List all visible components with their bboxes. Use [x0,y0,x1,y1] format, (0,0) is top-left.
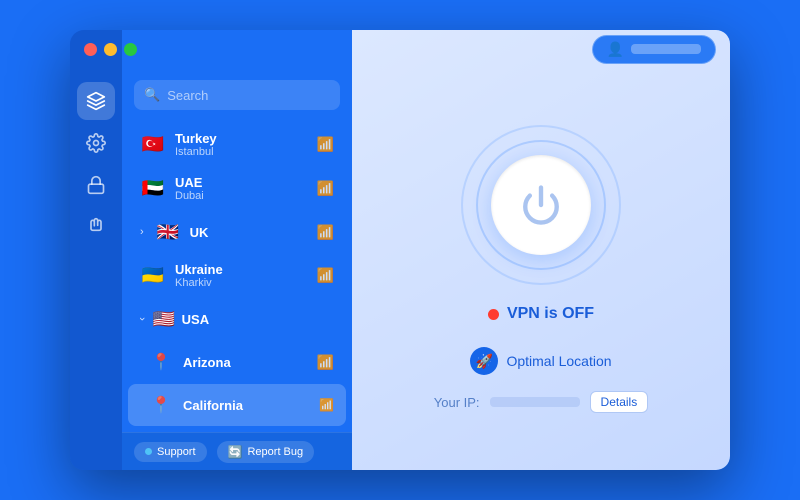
support-dot [145,448,152,455]
server-name-ukraine: Ukraine [175,262,308,277]
server-name-california: California [183,398,310,413]
signal-ukraine: 📶 [317,267,334,284]
signal-uae: 📶 [317,180,334,197]
server-info-california: California [183,398,310,413]
server-city-turkey: Istanbul [175,146,308,158]
vpn-status: VPN is OFF [488,305,594,323]
server-city-ukraine: Kharkiv [175,277,308,289]
server-item-turkey[interactable]: 🇹🇷 Turkey Istanbul 📶 [128,123,346,166]
search-icon: 🔍 [144,87,160,103]
title-bar: 👤 [70,30,730,68]
sidebar [70,30,122,470]
server-name-uk: UK [190,225,308,240]
flag-ukraine: 🇺🇦 [140,263,166,289]
vpn-status-text: VPN is OFF [507,305,594,323]
server-item-uk[interactable]: › 🇬🇧 UK 📶 [128,211,346,253]
support-label: Support [157,446,196,458]
rocket-icon: 🚀 [470,347,498,375]
close-button[interactable] [84,43,97,56]
status-dot [488,309,499,320]
signal-turkey: 📶 [317,136,334,153]
expand-arrow-uk: › [140,226,144,238]
support-button[interactable]: Support [134,442,207,462]
server-list: 🇹🇷 Turkey Istanbul 📶 🇦🇪 UAE Dubai 📶 › [122,118,352,470]
server-info-ukraine: Ukraine Kharkiv [175,262,308,289]
flag-usa: 🇺🇸 [151,306,177,332]
server-name-usa: USA [182,312,334,327]
flag-turkey: 🇹🇷 [140,132,166,158]
location-icon-california: 📍 [148,392,174,418]
sidebar-item-protection[interactable] [77,208,115,246]
server-name-turkey: Turkey [175,131,308,146]
signal-california: 📶 [319,398,334,412]
details-button[interactable]: Details [590,391,649,413]
server-info-arizona: Arizona [183,355,308,370]
expand-arrow-usa: › [136,317,148,321]
user-icon: 👤 [607,41,624,58]
server-item-usa[interactable]: › 🇺🇸 USA [128,298,346,340]
window-controls [84,43,137,56]
server-info-uae: UAE Dubai [175,175,308,202]
server-name-arizona: Arizona [183,355,308,370]
server-city-uae: Dubai [175,190,308,202]
flag-uae: 🇦🇪 [140,176,166,202]
bug-icon: 🔄 [228,445,243,459]
server-info-uk: UK [190,225,308,240]
power-button-wrap [461,125,621,285]
power-button[interactable] [491,155,591,255]
sidebar-item-servers[interactable] [77,82,115,120]
server-item-ukraine[interactable]: 🇺🇦 Ukraine Kharkiv 📶 [128,254,346,297]
server-info-usa: USA [182,312,334,327]
sidebar-item-settings[interactable] [77,124,115,162]
server-item-california[interactable]: 📍 California 📶 [128,384,346,426]
bottom-bar: Support 🔄 Report Bug [122,432,352,470]
report-bug-button[interactable]: 🔄 Report Bug [217,441,315,463]
ip-row: Your IP: Details [434,391,648,413]
ip-label: Your IP: [434,395,480,410]
user-name-masked [631,44,701,54]
maximize-button[interactable] [124,43,137,56]
search-input[interactable] [167,88,330,103]
sidebar-item-security[interactable] [77,166,115,204]
user-badge[interactable]: 👤 [592,35,716,64]
signal-arizona: 📶 [317,354,334,371]
search-box[interactable]: 🔍 [134,80,340,110]
minimize-button[interactable] [104,43,117,56]
server-item-uae[interactable]: 🇦🇪 UAE Dubai 📶 [128,167,346,210]
ip-value-masked [490,397,580,407]
server-panel: 🔍 🇹🇷 Turkey Istanbul 📶 🇦🇪 UAE Dubai [122,30,352,470]
server-info-turkey: Turkey Istanbul [175,131,308,158]
flag-uk: 🇬🇧 [155,219,181,245]
power-icon [520,184,562,226]
optimal-location[interactable]: 🚀 Optimal Location [470,347,611,375]
report-label: Report Bug [247,446,303,458]
server-name-uae: UAE [175,175,308,190]
optimal-location-text: Optimal Location [506,353,611,369]
app-window: 👤 🔍 🇹🇷 Turkey Is [70,30,730,470]
server-item-arizona[interactable]: 📍 Arizona 📶 [128,341,346,383]
location-icon-arizona: 📍 [148,349,174,375]
main-content: VPN is OFF 🚀 Optimal Location Your IP: D… [352,30,730,470]
signal-uk: 📶 [317,224,334,241]
